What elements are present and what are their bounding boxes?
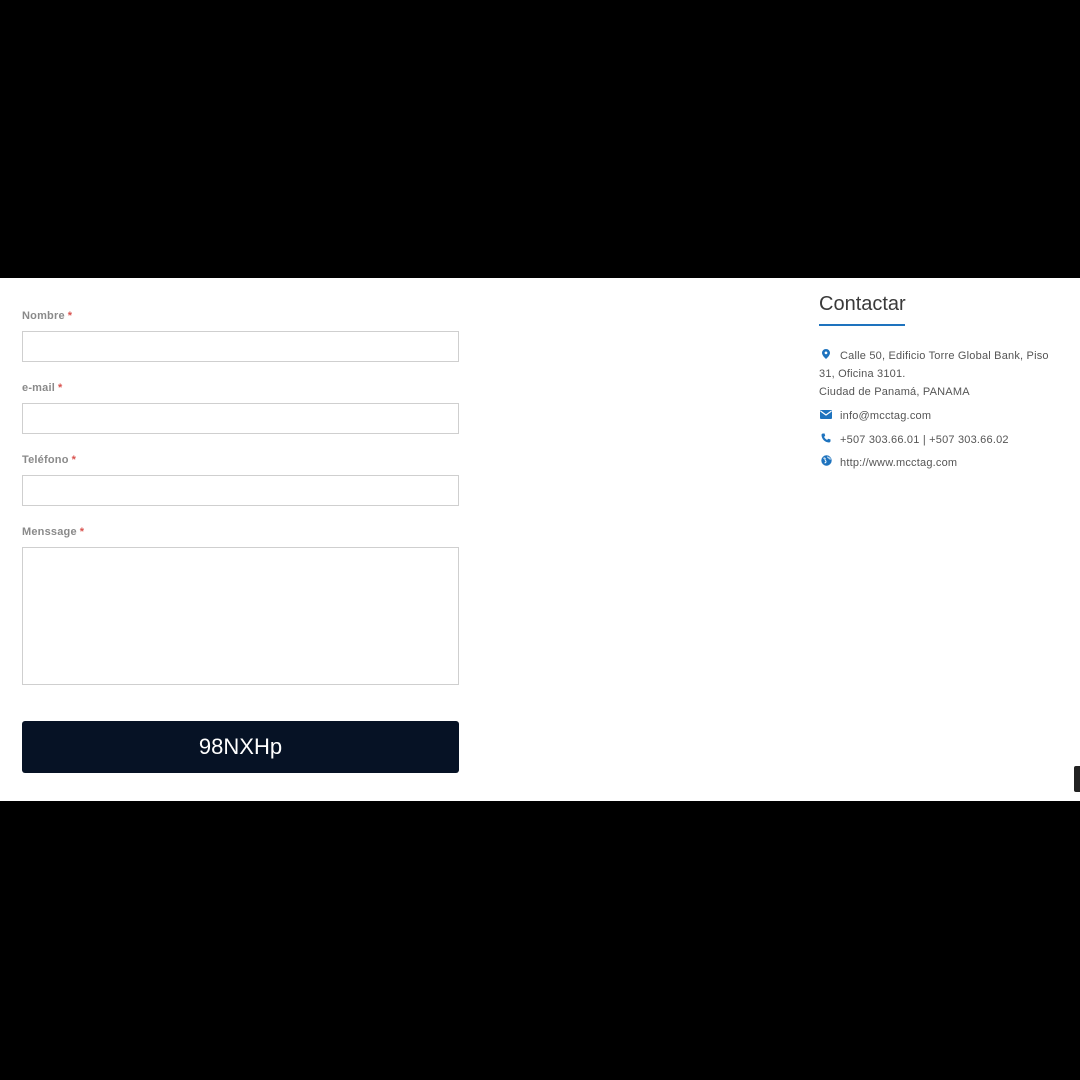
phone-input[interactable]	[22, 475, 459, 506]
website-link[interactable]: http://www.mcctag.com	[840, 457, 957, 469]
name-input[interactable]	[22, 331, 459, 362]
envelope-icon	[819, 407, 833, 425]
title-underline	[819, 324, 905, 326]
required-marker: *	[67, 310, 73, 322]
city-text: Ciudad de Panamá, PANAMA	[819, 386, 970, 398]
required-marker: *	[71, 454, 77, 466]
contact-panel: Nombre * e-mail * Teléfono * Menssage * 98NX…	[0, 278, 1080, 801]
address-text: Calle 50, Edificio Torre Global Bank, Pi…	[819, 350, 1049, 380]
contact-title: Contactar	[819, 293, 906, 315]
phone-row[interactable]: +507 303.66.01 | +507 303.66.02	[819, 431, 1064, 449]
phone-icon	[819, 431, 833, 449]
address-row: Calle 50, Edificio Torre Global Bank, Pi…	[819, 347, 1064, 401]
required-marker: *	[58, 382, 63, 394]
name-label: Nombre *	[22, 310, 72, 322]
phone-label: Teléfono *	[22, 454, 76, 466]
phone-text[interactable]: +507 303.66.01 | +507 303.66.02	[840, 434, 1009, 446]
message-label-text: Menssage	[22, 526, 77, 538]
captcha-box: 98NXHp	[22, 721, 459, 773]
scroll-to-top-tab[interactable]	[1074, 766, 1080, 792]
globe-icon	[819, 454, 833, 472]
message-textarea[interactable]	[22, 547, 459, 685]
email-label-text: e-mail	[22, 382, 55, 394]
email-row[interactable]: info@mcctag.com	[819, 407, 1064, 425]
message-label: Menssage *	[22, 526, 84, 538]
phone-label-text: Teléfono	[22, 454, 69, 466]
email-label: e-mail *	[22, 382, 62, 394]
email-input[interactable]	[22, 403, 459, 434]
name-label-text: Nombre	[22, 310, 65, 322]
website-row[interactable]: http://www.mcctag.com	[819, 454, 1064, 472]
required-marker: *	[79, 526, 85, 538]
map-marker-icon	[819, 347, 833, 365]
email-link[interactable]: info@mcctag.com	[840, 410, 931, 422]
